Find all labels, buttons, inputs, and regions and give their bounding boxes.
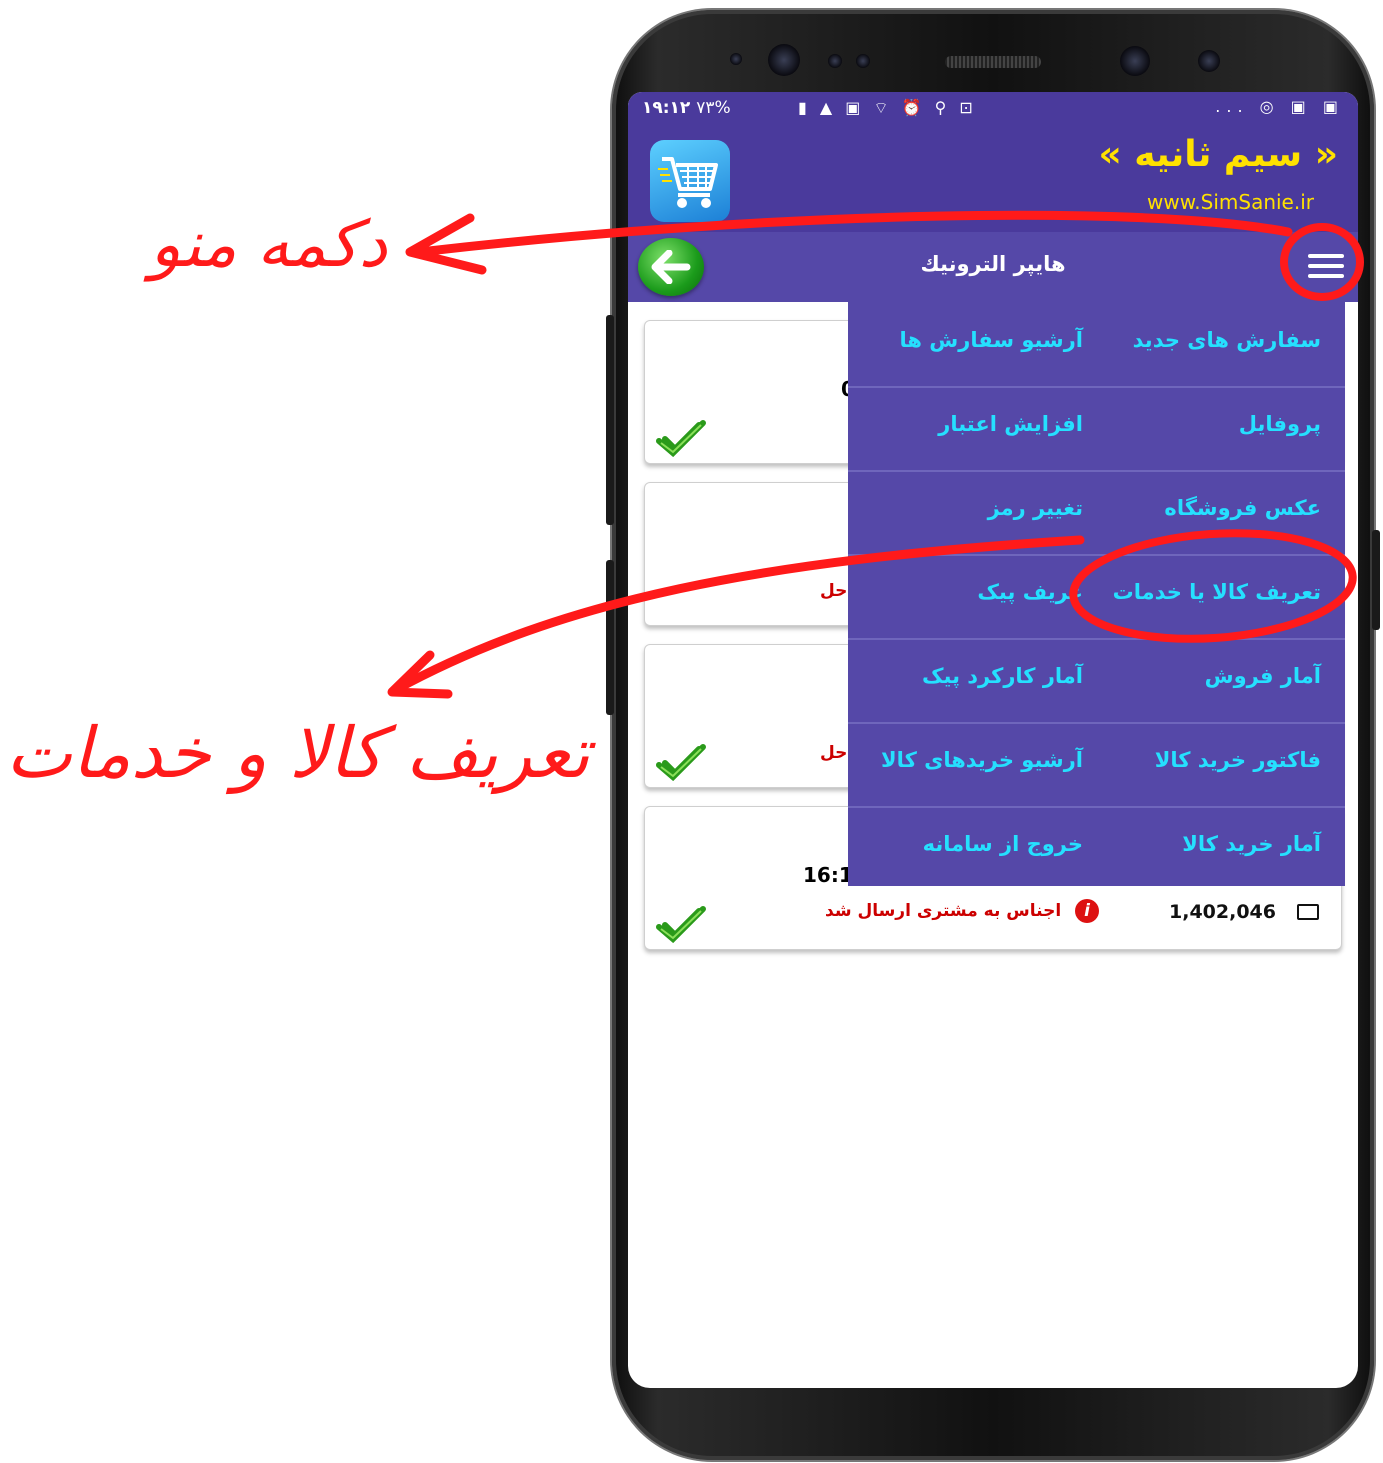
menu-row: آمار فروش آمار کارکرد پیک [848,638,1345,724]
hamburger-icon [1308,254,1344,258]
earpiece-speaker [945,56,1041,68]
menu-row: تعریف کالا یا خدمات عریف پیک [848,554,1345,640]
money-icon [1297,904,1319,920]
menu-row: آمار خرید کالا خروج از سامانه [848,806,1345,890]
menu-item-define-goods[interactable]: تعریف کالا یا خدمات [1113,580,1321,604]
led-indicator [856,54,870,68]
card-fragment: حل [820,743,848,763]
menu-item-store-photo[interactable]: عکس فروشگاه [1164,496,1321,520]
volume-button [606,315,614,525]
shopping-cart-icon [650,140,730,222]
order-time: 16:1 [803,863,853,887]
iris-camera [1198,50,1220,72]
light-sensor [828,54,842,68]
menu-item-purchases-archive[interactable]: آرشیو خریدهای کالا [881,748,1083,772]
power-button [1372,530,1380,630]
check-icon [656,420,706,457]
dropdown-menu: سفارش های جدید آرشیو سفارش ها پروفایل اف… [848,302,1345,886]
app-toolbar: هايپر الترونيك [628,232,1358,302]
menu-item-logout[interactable]: خروج از سامانه [923,832,1083,856]
menu-item-define-courier[interactable]: عریف پیک [977,580,1083,604]
define-goods-arrowhead [387,650,453,699]
bixby-button [606,560,614,715]
check-icon [656,744,706,781]
define-goods-annotation: تعریف کالا و خدمات [6,712,590,794]
menu-item-courier-stats[interactable]: آمار کارکرد پیک [922,664,1083,688]
menu-row: سفارش های جدید آرشیو سفارش ها [848,302,1345,388]
menu-item-new-orders[interactable]: سفارش های جدید [1133,328,1321,352]
check-icon [656,906,706,943]
menu-row: فاکتور خرید کالا آرشیو خریدهای کالا [848,722,1345,808]
menu-item-add-credit[interactable]: افزایش اعتبار [938,412,1083,436]
menu-button[interactable] [1308,254,1344,280]
menu-row: پروفایل افزایش اعتبار [848,386,1345,472]
order-amount: 1,402,046 [1169,901,1276,923]
brand-title: « سیم ثانیه » [1098,134,1338,175]
menu-item-purchase-invoice[interactable]: فاکتور خرید کالا [1155,748,1321,772]
order-status: اجناس به مشتری ارسال شد [825,901,1062,921]
card-fragment: حل [820,581,848,601]
status-time: ۱۹:۱۲ ۷۳% [642,98,731,118]
page-title: هايپر الترونيك [920,252,1066,276]
menu-button-annotation: دکمه منو [150,208,388,282]
status-bar: ۱۹:۱۲ ۷۳% ▮ ▲ ▣ ⌔ ⏰ ⚲ ⊡ ... ◎ ▣ ▣ [628,92,1358,124]
menu-item-orders-archive[interactable]: آرشیو سفارش ها [900,328,1083,352]
front-camera [1120,46,1150,76]
brand-url: www.SimSanie.ir [1147,190,1314,214]
menu-row: عکس فروشگاه تغییر رمز [848,470,1345,556]
menu-item-profile[interactable]: پروفایل [1239,412,1321,436]
menu-item-change-password[interactable]: تغییر رمز [988,496,1083,520]
menu-arrowhead [405,213,487,275]
menu-item-purchase-stats[interactable]: آمار خرید کالا [1182,832,1321,856]
status-icons-left: ▮ ▲ ▣ ⌔ ⏰ ⚲ ⊡ [798,98,977,117]
brand-header: « سیم ثانیه » www.SimSanie.ir [628,124,1358,232]
status-icons-right: ... ◎ ▣ ▣ [1215,97,1344,116]
proximity-sensor [730,53,742,65]
iris-sensor [768,44,800,76]
info-icon: i [1075,899,1099,923]
menu-item-sales-stats[interactable]: آمار فروش [1205,664,1321,688]
phone-screen: ۱۹:۱۲ ۷۳% ▮ ▲ ▣ ⌔ ⏰ ⚲ ⊡ ... ◎ ▣ ▣ « سیم … [628,92,1358,1388]
